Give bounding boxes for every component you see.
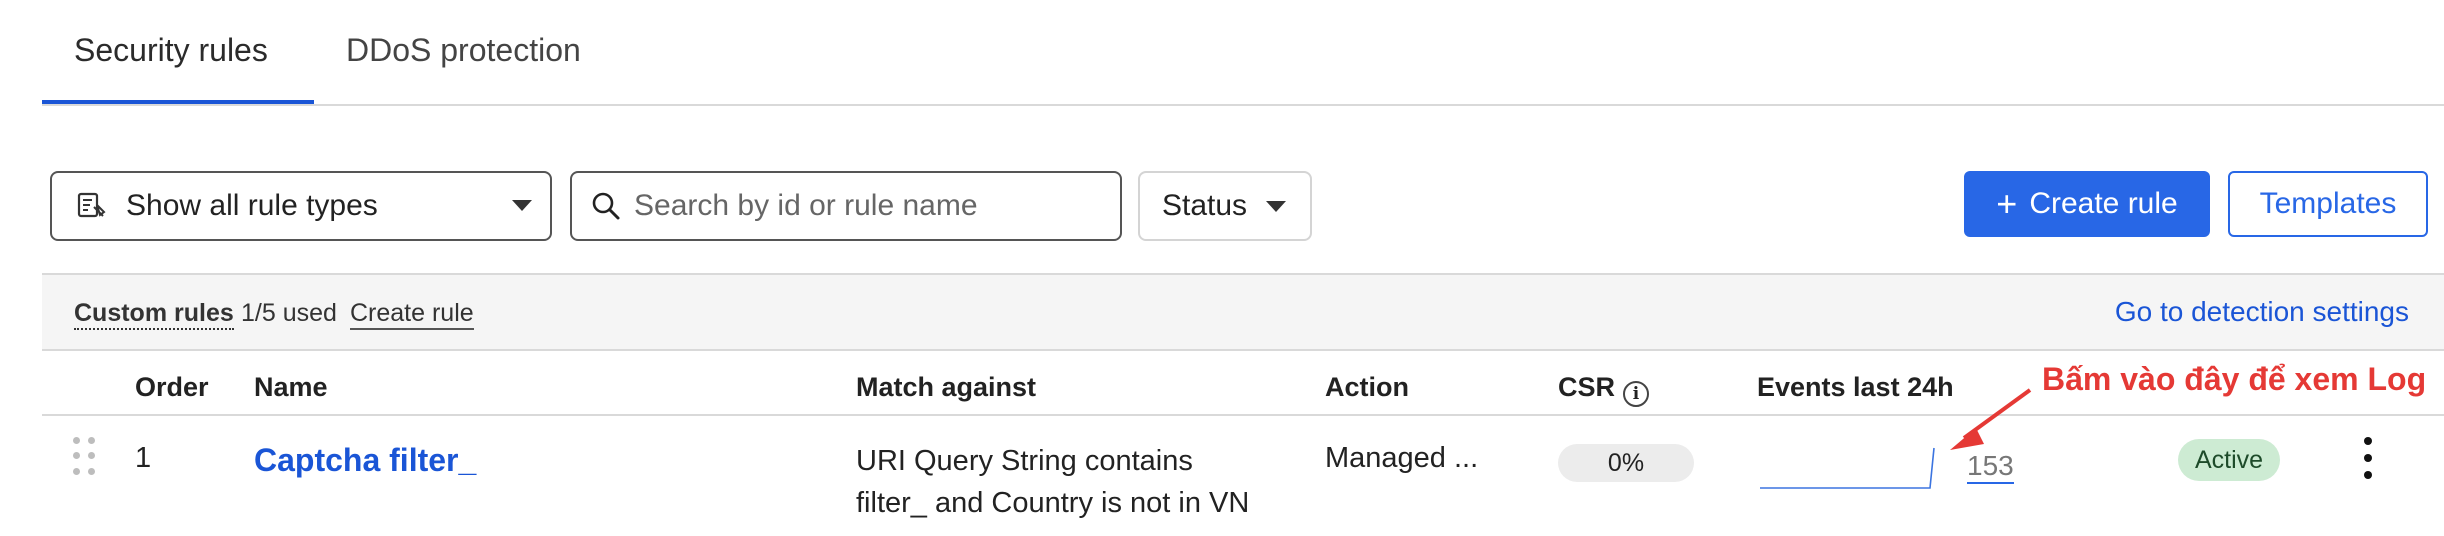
custom-rules-bar: Custom rules 1/5 used Create rule Go to … — [42, 273, 2444, 351]
detection-settings-link[interactable]: Go to detection settings — [2115, 296, 2409, 328]
custom-rules-usage: 1/5 used — [241, 299, 337, 327]
rule-list-icon — [77, 192, 106, 218]
info-icon[interactable]: i — [1623, 381, 1650, 407]
column-header-order[interactable]: Order — [135, 372, 209, 403]
search-icon — [592, 192, 620, 220]
create-rule-button[interactable]: + Create rule — [1964, 171, 2210, 237]
column-header-match-against: Match against — [856, 372, 1037, 402]
column-header-events: Events last 24h — [1757, 372, 1954, 402]
table-header-divider — [42, 414, 2444, 416]
column-header-csr-label: CSR — [1558, 372, 1616, 402]
active-tab-indicator — [42, 100, 314, 104]
rule-type-select[interactable]: Show all rule types — [50, 171, 552, 241]
chevron-down-icon — [512, 200, 532, 211]
templates-label: Templates — [2259, 187, 2397, 220]
chevron-down-icon — [1266, 201, 1286, 212]
create-rule-label: Create rule — [2029, 187, 2178, 220]
tab-bar: Security rules DDoS protection — [42, 0, 2444, 106]
column-header-csr: CSR i — [1558, 372, 1650, 407]
rule-action: Managed ... — [1325, 442, 1479, 474]
search-input[interactable] — [634, 189, 1104, 223]
drag-handle-icon[interactable] — [73, 437, 95, 477]
column-header-name[interactable]: Name — [254, 372, 328, 403]
rule-match-line-2: filter_ and Country is not in VN — [856, 487, 1250, 519]
templates-button[interactable]: Templates — [2228, 171, 2428, 237]
csr-badge: 0% — [1558, 444, 1694, 482]
rule-type-select-value: Show all rule types — [126, 189, 378, 222]
custom-rules-title[interactable]: Custom rules — [74, 299, 234, 330]
kebab-menu-icon[interactable] — [2360, 437, 2376, 479]
rule-match-line-1: URI Query String contains — [856, 445, 1193, 477]
rule-match-expression: URI Query String contains filter_ and Co… — [856, 440, 1249, 524]
rule-order: 1 — [135, 442, 152, 474]
annotation-arrow-icon — [1950, 388, 2032, 450]
status-filter-label: Status — [1162, 189, 1248, 222]
status-badge: Active — [2178, 439, 2280, 481]
tab-ddos-protection[interactable]: DDoS protection — [346, 32, 581, 69]
plus-icon: + — [1996, 183, 2018, 224]
tab-security-rules[interactable]: Security rules — [74, 32, 268, 69]
rule-name-link[interactable]: Captcha filter_ — [254, 442, 476, 479]
column-header-action: Action — [1325, 372, 1409, 402]
create-rule-link[interactable]: Create rule — [350, 299, 474, 330]
annotation-text: Bấm vào đây để xem Log — [2042, 361, 2427, 397]
events-sparkline — [1760, 447, 1935, 489]
status-filter-dropdown[interactable]: Status — [1138, 171, 1312, 241]
search-field[interactable] — [570, 171, 1122, 241]
